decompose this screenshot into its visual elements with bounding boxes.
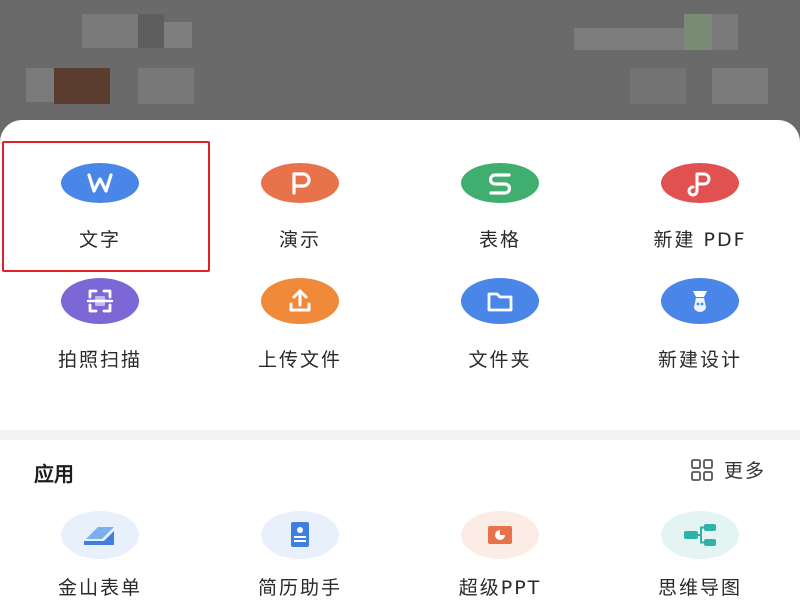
create-grid: 文字 演示 表格 新建 PDF 拍照扫描 上传文件 文件夹 新建设计 — [0, 120, 800, 430]
spreadsheet-s-icon — [461, 163, 539, 203]
folder-button[interactable]: 文件夹 — [400, 246, 600, 372]
create-pdf-button[interactable]: 新建 PDF — [600, 120, 800, 251]
app-super-ppt[interactable]: 超级PPT — [400, 505, 600, 600]
upload-icon — [261, 278, 339, 324]
app-mind-map-label: 思维导图 — [657, 577, 742, 599]
scan-icon — [61, 278, 139, 324]
create-presentation-button[interactable]: 演示 — [200, 120, 400, 251]
more-apps-label: 更多 — [723, 460, 766, 482]
app-resume-assistant-label: 简历助手 — [257, 577, 342, 599]
apps-section-header: 应用 更多 — [0, 440, 800, 496]
create-spreadsheet-button[interactable]: 表格 — [400, 120, 600, 251]
app-mind-map[interactable]: 思维导图 — [600, 505, 800, 600]
apps-section-title: 应用 — [34, 462, 74, 486]
selection-highlight-box — [2, 141, 210, 272]
design-icon — [661, 278, 739, 324]
form-icon — [61, 511, 139, 559]
app-kingsoft-form[interactable]: 金山表单 — [0, 505, 200, 600]
app-super-ppt-label: 超级PPT — [458, 577, 542, 599]
upload-file-label: 上传文件 — [257, 349, 342, 371]
super-ppt-icon — [461, 511, 539, 559]
more-apps-button[interactable]: 更多 — [690, 456, 766, 483]
grid-icon — [691, 458, 713, 481]
photo-scan-label: 拍照扫描 — [57, 349, 142, 371]
new-design-button[interactable]: 新建设计 — [600, 246, 800, 372]
folder-icon — [461, 278, 539, 324]
mind-map-icon — [661, 511, 739, 559]
section-divider — [0, 430, 800, 440]
app-resume-assistant[interactable]: 简历助手 — [200, 505, 400, 600]
upload-file-button[interactable]: 上传文件 — [200, 246, 400, 372]
new-document-sheet: 文字 演示 表格 新建 PDF 拍照扫描 上传文件 文件夹 新建设计 应用 更多… — [0, 120, 800, 600]
new-design-label: 新建设计 — [657, 349, 742, 371]
folder-label: 文件夹 — [468, 349, 532, 371]
app-kingsoft-form-label: 金山表单 — [57, 577, 142, 599]
resume-icon — [261, 511, 339, 559]
pdf-icon — [661, 163, 739, 203]
background-overlay — [0, 0, 800, 140]
apps-list: 金山表单 简历助手 超级PPT 思维导图 — [0, 505, 800, 600]
presentation-p-icon — [261, 163, 339, 203]
